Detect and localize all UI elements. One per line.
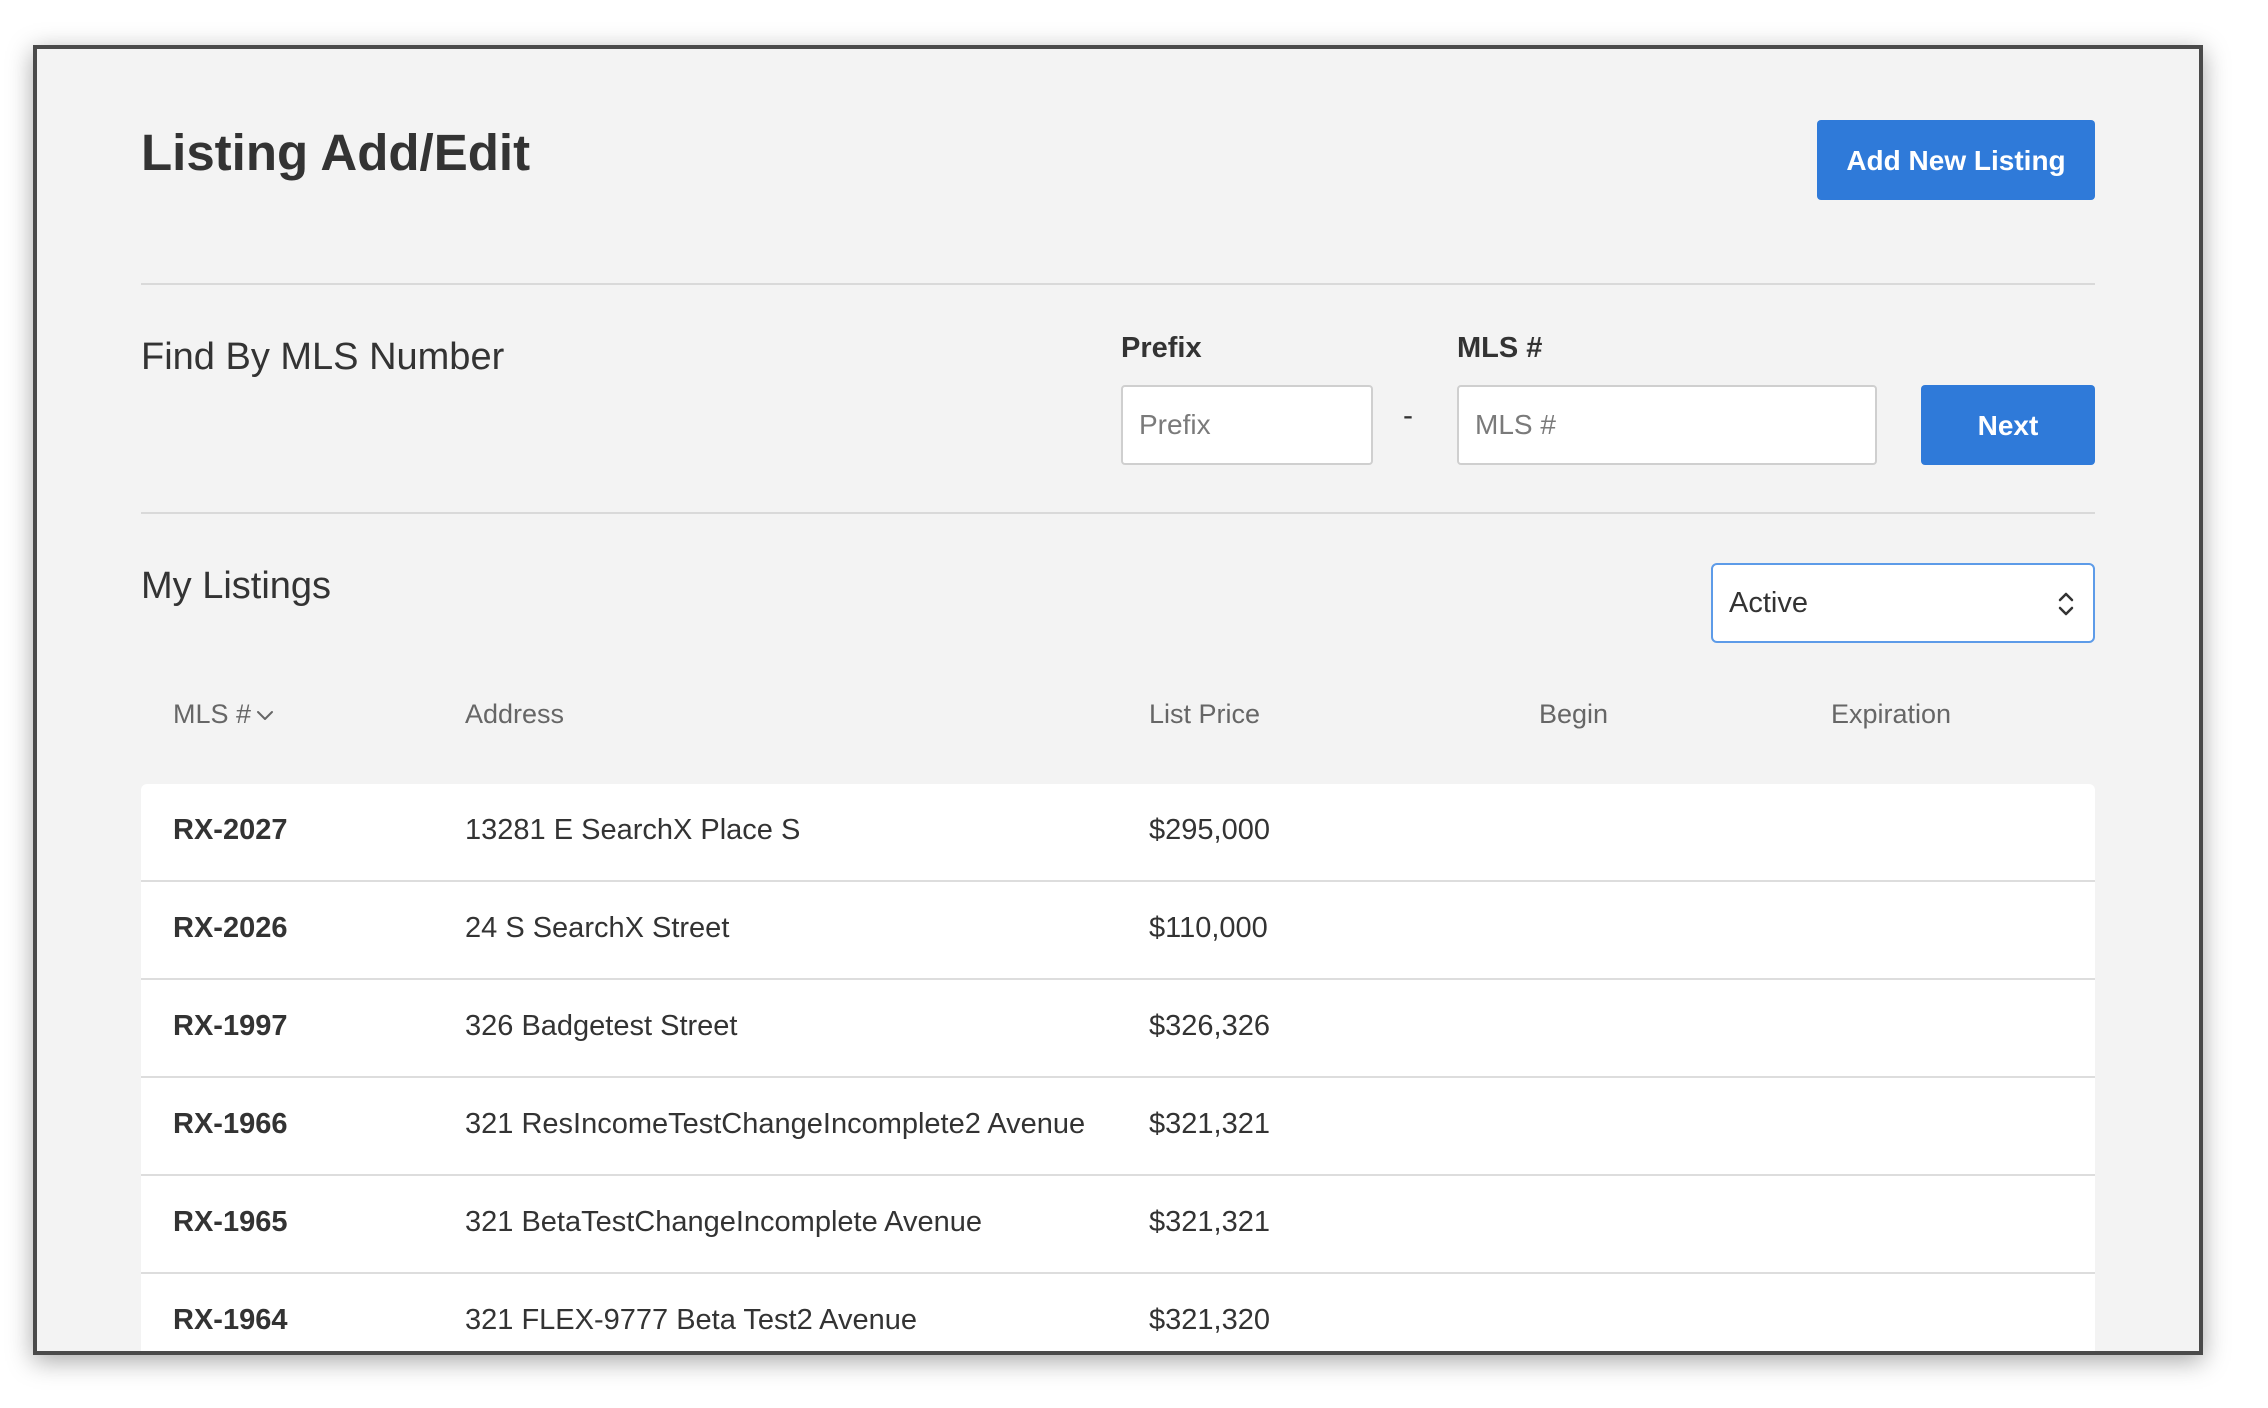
column-header-address: Address [465,699,565,729]
next-button[interactable]: Next [1921,385,2095,465]
table-row[interactable]: RX-1965 321 BetaTestChangeIncomplete Ave… [141,1176,2095,1274]
app-window: Listing Add/Edit Add New Listing Find By… [33,45,2203,1355]
cell-mls: RX-2026 [173,912,288,944]
column-header-mls[interactable]: MLS # [173,699,275,730]
cell-list-price: $321,320 [1149,1304,1270,1336]
select-updown-icon [2058,592,2074,616]
mls-number-input[interactable] [1457,385,1877,465]
cell-mls: RX-1965 [173,1206,288,1238]
find-by-mls-title: Find By MLS Number [141,336,505,378]
section-divider [141,283,2095,285]
table-row[interactable]: RX-1964 321 FLEX-9777 Beta Test2 Avenue … [141,1274,2095,1351]
cell-address: 321 BetaTestChangeIncomplete Avenue [465,1206,983,1238]
listings-table-body: RX-2027 13281 E SearchX Place S $295,000… [141,784,2095,1351]
cell-address: 326 Badgetest Street [465,1010,738,1042]
table-row[interactable]: RX-1997 326 Badgetest Street $326,326 [141,980,2095,1078]
column-header-mls-label: MLS # [173,699,252,729]
status-filter-select[interactable]: Active [1711,563,2095,643]
listings-table-header: MLS # Address List Price Begin Expiratio… [141,699,2095,739]
cell-address: 321 ResIncomeTestChangeIncomplete2 Avenu… [465,1108,1086,1140]
column-header-begin: Begin [1539,699,1609,729]
column-header-list-price: List Price [1149,699,1261,729]
cell-mls: RX-1997 [173,1010,288,1042]
page-content: Listing Add/Edit Add New Listing Find By… [141,49,2095,1351]
cell-list-price: $295,000 [1149,814,1270,846]
column-header-expiration: Expiration [1831,699,1952,729]
my-listings-title: My Listings [141,565,332,607]
cell-mls: RX-2027 [173,814,288,846]
sort-chevron-down-icon [257,710,274,720]
mls-number-label: MLS # [1457,332,1543,364]
cell-mls: RX-1964 [173,1304,288,1336]
prefix-input[interactable] [1121,385,1373,465]
cell-list-price: $321,321 [1149,1206,1270,1238]
cell-mls: RX-1966 [173,1108,288,1140]
status-filter-value: Active [1729,587,1808,619]
cell-address: 13281 E SearchX Place S [465,814,801,846]
cell-address: 24 S SearchX Street [465,912,730,944]
section-divider [141,512,2095,514]
add-new-listing-button[interactable]: Add New Listing [1817,120,2095,200]
cell-list-price: $110,000 [1149,912,1268,944]
cell-list-price: $321,321 [1149,1108,1270,1140]
table-row[interactable]: RX-1966 321 ResIncomeTestChangeIncomplet… [141,1078,2095,1176]
prefix-label: Prefix [1121,332,1202,364]
cell-address: 321 FLEX-9777 Beta Test2 Avenue [465,1304,917,1336]
page-title: Listing Add/Edit [141,124,531,181]
cell-list-price: $326,326 [1149,1010,1270,1042]
table-row[interactable]: RX-2027 13281 E SearchX Place S $295,000 [141,784,2095,882]
prefix-separator: - [1403,399,1413,432]
table-row[interactable]: RX-2026 24 S SearchX Street $110,000 [141,882,2095,980]
